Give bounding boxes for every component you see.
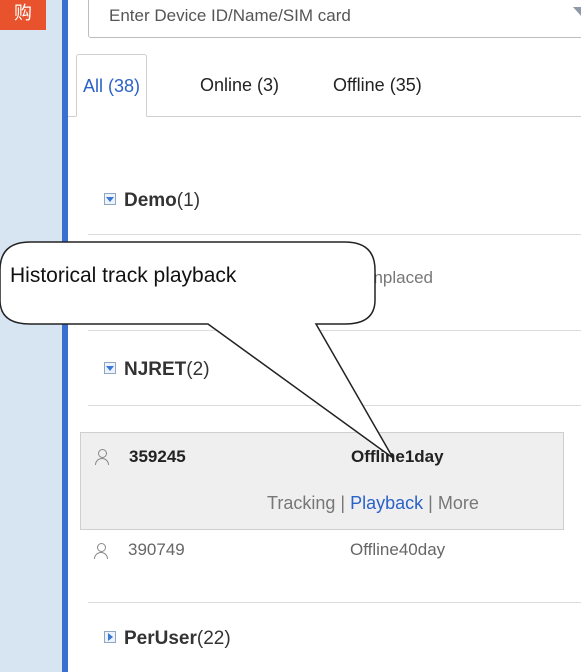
- group-count: (22): [196, 628, 231, 649]
- group-name: NJRET: [124, 359, 187, 380]
- playback-link[interactable]: Playback: [350, 493, 423, 513]
- sidebar-badge[interactable]: 购: [0, 0, 46, 30]
- device-search-input[interactable]: [107, 5, 531, 27]
- divider: [88, 405, 581, 406]
- expand-toggle-icon[interactable]: [104, 362, 116, 374]
- user-icon: [94, 543, 108, 559]
- device-status: Offline1day: [351, 447, 444, 466]
- device-search-box[interactable]: [88, 0, 581, 38]
- device-row-selected[interactable]: 359245 Offline1day Tracking | Playback |…: [80, 432, 564, 530]
- status-tabs: All (38) Online (3) Offline (35): [68, 54, 581, 117]
- group-peruser[interactable]: PerUser(22): [104, 628, 231, 650]
- more-link[interactable]: More: [438, 493, 479, 513]
- device-id: 390749: [128, 540, 185, 559]
- expand-toggle-icon[interactable]: [104, 631, 116, 643]
- separator: |: [428, 493, 433, 513]
- tracking-link[interactable]: Tracking: [267, 493, 335, 513]
- chevron-down-icon[interactable]: [573, 7, 581, 17]
- divider: [88, 602, 581, 603]
- callout-text: Historical track playback: [10, 264, 237, 287]
- group-name: PerUser: [124, 628, 197, 649]
- tab-online[interactable]: Online (3): [200, 54, 279, 116]
- device-list-panel: All (38) Online (3) Offline (35) Demo(1)…: [68, 0, 581, 672]
- device-status-unplaced: unplaced: [364, 268, 434, 287]
- device-status: Offline40day: [350, 540, 446, 559]
- tab-all[interactable]: All (38): [76, 54, 148, 117]
- divider: [88, 330, 581, 331]
- device-actions: Tracking | Playback | More: [267, 493, 479, 514]
- divider: [88, 234, 581, 235]
- group-demo[interactable]: Demo(1): [104, 190, 200, 212]
- expand-toggle-icon[interactable]: [104, 193, 116, 205]
- device-id: 359245: [129, 447, 186, 466]
- device-row[interactable]: 390749 Offline40day: [80, 540, 560, 566]
- user-icon: [95, 449, 109, 465]
- group-count: (1): [176, 190, 201, 211]
- tab-offline[interactable]: Offline (35): [333, 54, 422, 116]
- group-name: Demo: [124, 190, 177, 211]
- group-count: (2): [186, 359, 210, 380]
- group-njret[interactable]: NJRET(2): [104, 359, 210, 381]
- separator: |: [340, 493, 346, 513]
- left-sidebar: 购: [0, 0, 62, 672]
